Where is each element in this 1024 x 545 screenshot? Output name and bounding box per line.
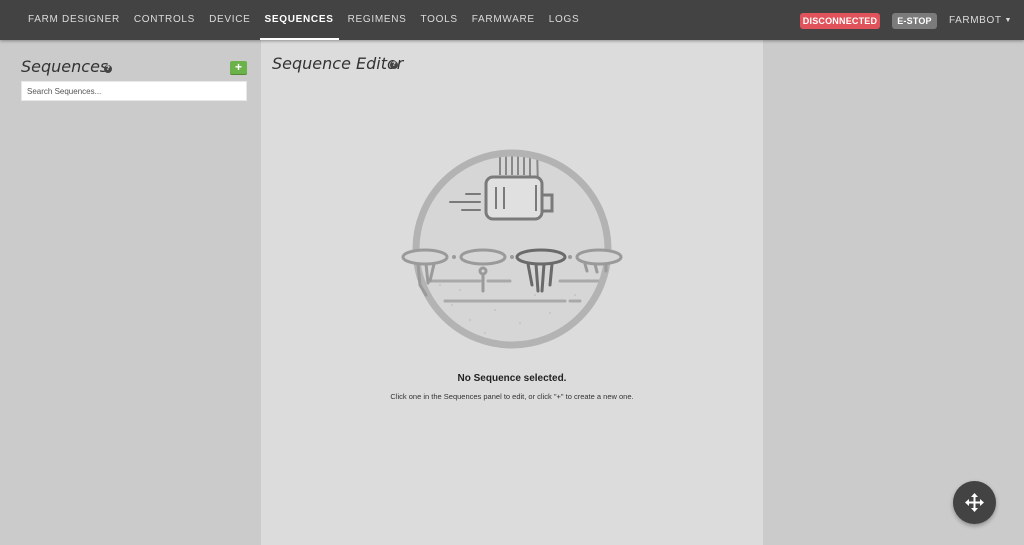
add-sequence-button[interactable]: + xyxy=(230,61,247,74)
question-circle-icon[interactable]: ? xyxy=(390,61,398,69)
account-label: FARMBOT xyxy=(949,15,1002,26)
nav-link-regimens[interactable]: REGIMENS xyxy=(341,0,414,40)
question-circle-icon[interactable]: ? xyxy=(104,65,112,73)
chevron-down-icon: ▼ xyxy=(1004,17,1013,24)
account-menu[interactable]: FARMBOT ▼ xyxy=(949,0,1012,40)
nav-link-logs[interactable]: LOGS xyxy=(542,0,587,40)
connection-status-badge[interactable]: DISCONNECTED xyxy=(800,13,880,29)
sequence-editor-panel: Sequence Editor ? No Sequence selected. … xyxy=(261,40,763,545)
sequences-panel: Sequences ? + xyxy=(0,40,261,545)
empty-state-subtitle: Click one in the Sequences panel to edit… xyxy=(390,392,634,401)
move-controls-fab[interactable] xyxy=(953,481,996,524)
estop-button[interactable]: E-STOP xyxy=(892,13,937,29)
nav-links: FARM DESIGNER CONTROLS DEVICE SEQUENCES … xyxy=(21,0,586,40)
nav-link-controls[interactable]: CONTROLS xyxy=(127,0,202,40)
move-arrows-icon xyxy=(965,493,984,512)
nav-link-sequences[interactable]: SEQUENCES xyxy=(258,0,341,40)
top-navigation-bar: FARM DESIGNER CONTROLS DEVICE SEQUENCES … xyxy=(0,0,1024,40)
nav-link-farm-designer[interactable]: FARM DESIGNER xyxy=(21,0,127,40)
sequences-panel-title: Sequences xyxy=(21,57,109,76)
sequence-editor-title: Sequence Editor xyxy=(272,54,404,73)
nav-link-tools[interactable]: TOOLS xyxy=(414,0,465,40)
empty-state-title: No Sequence selected. xyxy=(457,373,567,384)
nav-link-farmware[interactable]: FARMWARE xyxy=(465,0,542,40)
right-empty-panel xyxy=(763,40,1024,545)
nav-link-device[interactable]: DEVICE xyxy=(202,0,257,40)
empty-sequence-illustration-icon xyxy=(401,149,623,349)
search-sequences-input[interactable] xyxy=(21,81,247,101)
